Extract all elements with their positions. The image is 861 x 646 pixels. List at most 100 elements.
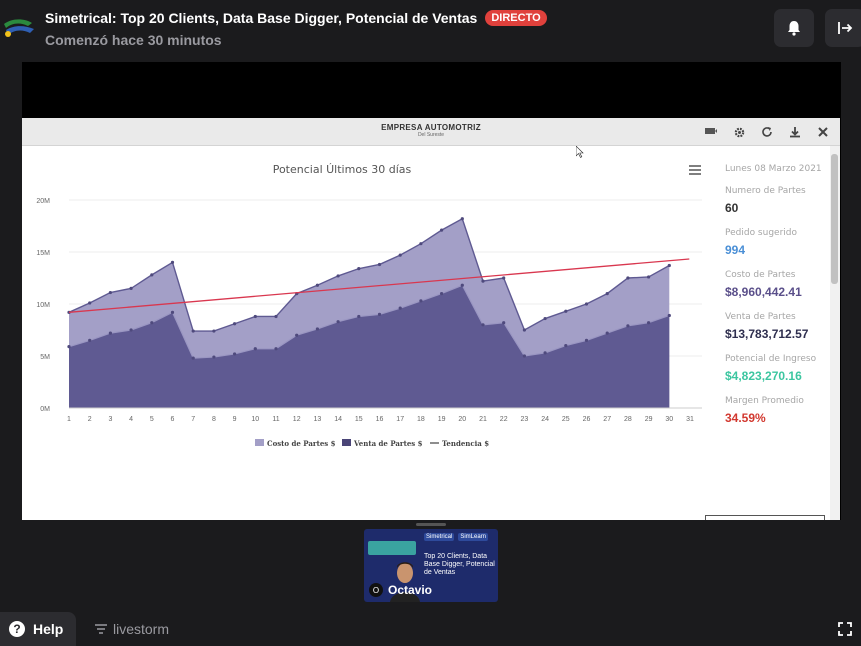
leave-button[interactable] xyxy=(825,9,861,47)
data-point-venta xyxy=(336,274,340,278)
scroll-thumb[interactable] xyxy=(831,154,838,284)
top-bar: Simetrical: Top 20 Clients, Data Base Di… xyxy=(0,0,861,60)
stat-label: Margen Promedio xyxy=(725,396,804,406)
legend-label: Costo de Partes $ xyxy=(267,439,336,448)
data-point-venta xyxy=(357,267,361,271)
x-tick-label: 29 xyxy=(645,416,653,423)
data-point-costo xyxy=(336,320,340,324)
brand-logo xyxy=(4,19,34,37)
data-point-venta xyxy=(440,228,444,232)
data-point-costo xyxy=(667,313,671,318)
notification-button[interactable] xyxy=(774,9,814,47)
data-point-venta xyxy=(170,260,175,264)
presenter-thumbnail[interactable]: Simetrical SimLearn Top 20 Clients, Data… xyxy=(364,529,498,602)
data-point-venta xyxy=(88,301,92,305)
data-point-costo xyxy=(377,312,382,316)
stat-label: Pedido sugerido xyxy=(725,228,797,238)
event-title: Simetrical: Top 20 Clients, Data Base Di… xyxy=(45,10,478,26)
x-tick-label: 24 xyxy=(541,416,549,423)
data-point-venta xyxy=(108,290,112,295)
data-point-costo xyxy=(315,327,319,331)
data-point-costo xyxy=(357,314,361,319)
stat-value: 34.59% xyxy=(725,411,766,425)
slide-text: Top 20 Clients, Data Base Digger, Potenc… xyxy=(424,553,495,576)
data-point-costo xyxy=(150,321,154,325)
dashboard-toolbar xyxy=(704,126,830,138)
data-point-costo xyxy=(212,355,216,359)
x-tick-label: 31 xyxy=(686,416,694,423)
slide-brand-1: Simetrical xyxy=(424,533,455,541)
slide-brand-2: SimLearn xyxy=(458,533,489,541)
question-icon: ? xyxy=(9,621,25,637)
stat-label: Venta de Partes xyxy=(725,312,796,322)
data-point-venta xyxy=(667,263,671,268)
fullscreen-icon[interactable] xyxy=(838,622,852,636)
x-tick-label: 16 xyxy=(376,416,384,423)
y-tick-label: 15M xyxy=(36,250,50,257)
x-tick-label: 26 xyxy=(583,416,591,423)
x-tick-label: 28 xyxy=(624,416,632,423)
presenter-avatar: O xyxy=(369,583,383,597)
x-tick-label: 3 xyxy=(108,416,112,423)
scrollbar[interactable] xyxy=(830,146,840,520)
x-tick-label: 4 xyxy=(129,416,133,423)
data-point-costo xyxy=(191,356,195,360)
stat-label: Numero de Partes xyxy=(725,186,806,196)
powered-by[interactable]: livestorm xyxy=(94,621,169,637)
data-point-costo xyxy=(522,354,526,358)
data-point-venta xyxy=(150,273,154,277)
help-button[interactable]: ? Help xyxy=(0,612,76,646)
shared-screen: EMPRESA AUTOMOTRIZ Del Sureste Potencial… xyxy=(22,118,840,520)
x-tick-label: 11 xyxy=(272,416,279,423)
x-tick-label: 25 xyxy=(562,416,570,423)
stat-value: 60 xyxy=(725,201,739,215)
refresh-icon[interactable] xyxy=(760,126,774,138)
data-point-costo xyxy=(253,347,257,351)
x-tick-label: 30 xyxy=(665,416,673,423)
close-icon[interactable] xyxy=(816,126,830,138)
help-label: Help xyxy=(33,621,64,637)
data-point-costo xyxy=(129,328,133,332)
data-point-venta xyxy=(647,275,651,279)
data-point-costo xyxy=(605,331,609,335)
y-tick-label: 10M xyxy=(36,302,50,309)
x-tick-label: 17 xyxy=(396,416,404,423)
x-tick-label: 9 xyxy=(233,416,237,423)
x-tick-label: 27 xyxy=(603,416,611,423)
stat-value: $4,823,270.16 xyxy=(725,369,802,383)
data-point-venta xyxy=(481,279,485,283)
legend-swatch xyxy=(342,439,351,446)
x-tick-label: 14 xyxy=(334,416,342,423)
data-point-venta xyxy=(274,314,278,319)
data-point-costo xyxy=(295,333,299,337)
data-point-venta xyxy=(191,329,195,333)
event-started-text: Comenzó hace 30 minutos xyxy=(45,32,222,48)
data-point-costo xyxy=(584,338,589,342)
data-point-venta xyxy=(502,276,506,280)
data-point-costo xyxy=(460,283,464,287)
x-tick-label: 7 xyxy=(191,416,195,423)
data-point-costo xyxy=(67,345,71,349)
data-point-venta xyxy=(605,292,609,296)
drag-handle[interactable] xyxy=(416,523,446,526)
data-point-costo xyxy=(502,321,506,325)
x-tick-label: 22 xyxy=(500,416,508,423)
x-tick-label: 20 xyxy=(458,416,466,423)
slide-brands: Simetrical SimLearn xyxy=(424,533,489,541)
y-tick-label: 0M xyxy=(40,406,50,413)
data-point-costo xyxy=(398,306,402,310)
data-point-costo xyxy=(88,338,92,342)
exit-icon xyxy=(838,22,853,34)
download-icon[interactable] xyxy=(788,126,802,138)
x-tick-label: 8 xyxy=(212,416,216,423)
y-tick-label: 20M xyxy=(36,198,50,205)
livestorm-icon xyxy=(95,624,107,634)
gear-icon[interactable] xyxy=(732,126,746,138)
x-tick-label: 23 xyxy=(521,416,529,423)
data-point-venta xyxy=(584,302,589,306)
data-point-venta xyxy=(377,262,382,267)
x-tick-label: 6 xyxy=(171,416,175,423)
data-point-venta xyxy=(233,322,237,326)
x-tick-label: 5 xyxy=(150,416,154,423)
data-point-venta xyxy=(398,253,402,257)
